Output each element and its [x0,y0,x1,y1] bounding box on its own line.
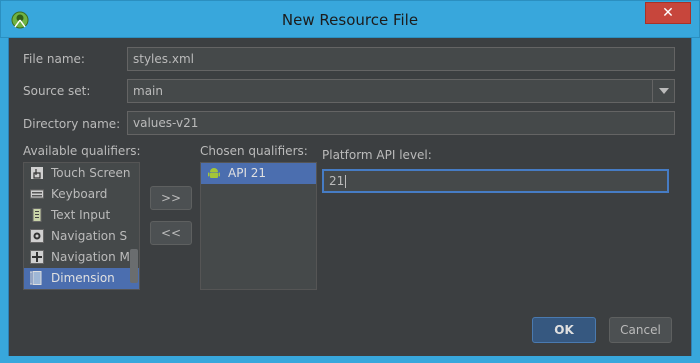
directory-name-label: Directory name: [23,117,121,131]
chosen-qualifiers-label: Chosen qualifiers: [200,144,308,158]
platform-api-label: Platform API level: [322,148,432,162]
available-qualifiers-list[interactable]: Touch Screen Keyboard Text Input Navigat… [23,162,140,290]
list-item[interactable]: Navigation S [24,226,139,247]
keyboard-icon [30,189,44,199]
ok-button[interactable]: OK [532,317,596,343]
file-name-input[interactable]: styles.xml [127,47,675,71]
navigation-method-icon [30,250,44,264]
available-qualifiers-label: Available qualifiers: [23,144,141,158]
list-item[interactable]: Touch Screen [24,163,139,184]
add-qualifier-button[interactable]: >> [150,186,192,210]
touch-icon [31,167,43,179]
list-item[interactable]: Navigation M [24,247,139,268]
source-set-label: Source set: [23,84,91,98]
list-item[interactable]: Dimension [24,268,139,289]
list-scrollbar[interactable] [130,249,138,283]
list-item[interactable]: Keyboard [24,184,139,205]
list-item[interactable]: API 21 [201,163,316,184]
android-icon [208,168,220,178]
source-set-dropdown[interactable]: main [127,79,675,103]
navigation-state-icon [30,229,44,243]
source-set-value: main [133,84,163,98]
dimension-icon [30,271,42,285]
chosen-qualifiers-list[interactable]: API 21 [200,162,317,290]
text-caret [345,175,347,188]
list-item[interactable]: Text Input [24,205,139,226]
close-icon: ✕ [662,5,674,21]
close-button[interactable]: ✕ [645,2,691,24]
directory-name-input[interactable]: values-v21 [127,111,675,135]
platform-api-value: 21 [329,174,345,188]
title-bar: New Resource File ✕ [0,0,700,38]
platform-api-input[interactable]: 21 [322,169,669,193]
cancel-button[interactable]: Cancel [609,317,672,343]
text-input-icon [32,208,42,222]
remove-qualifier-button[interactable]: << [150,221,192,245]
file-name-label: File name: [23,52,85,66]
chevron-down-icon[interactable] [652,80,674,102]
window-title: New Resource File [281,11,419,29]
dialog-body: File name: styles.xml Source set: main D… [8,38,692,356]
